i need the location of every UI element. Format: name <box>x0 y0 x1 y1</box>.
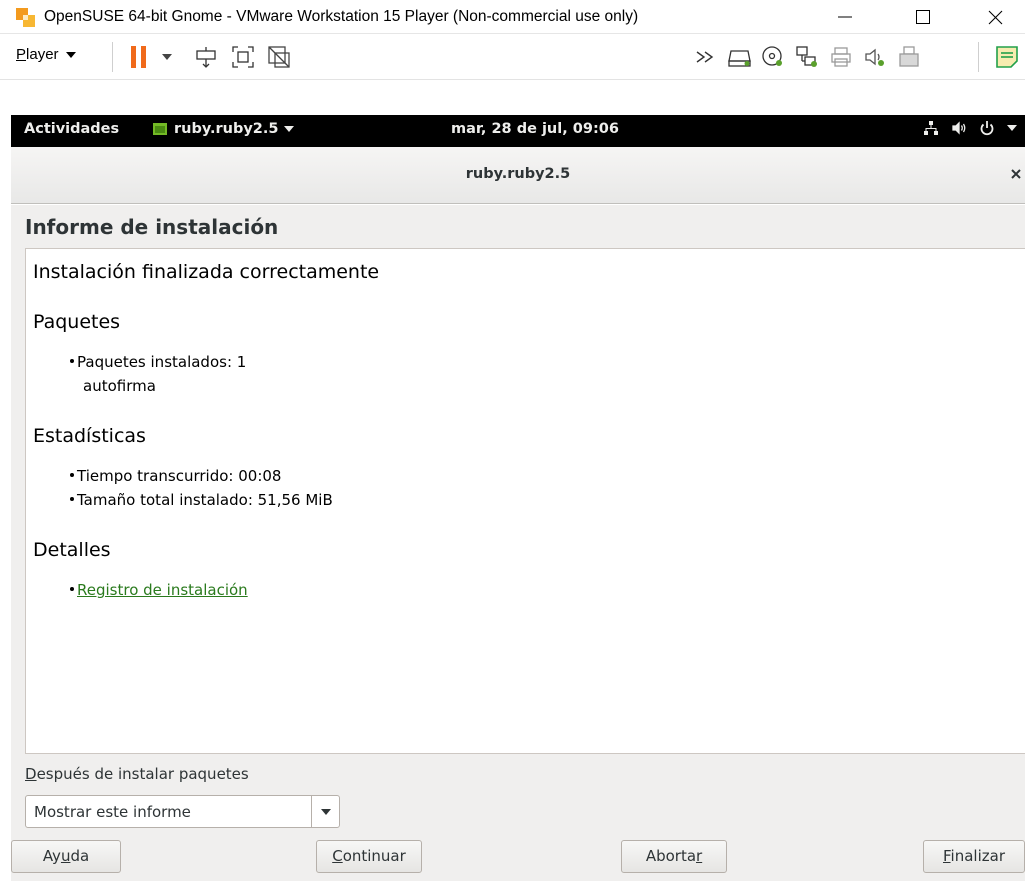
app-menu[interactable]: ruby.ruby2.5 <box>152 121 295 137</box>
after-install-label-text: espués de instalar paquetes <box>36 765 249 783</box>
full-screen-button[interactable] <box>230 44 256 70</box>
power-icon <box>980 121 994 136</box>
continue-mnemonic: C <box>332 847 343 865</box>
window-titlebar: OpenSUSE 64-bit Gnome - VMware Workstati… <box>0 0 1025 34</box>
software-installer-icon <box>153 123 167 135</box>
toolbar-separator <box>978 42 979 72</box>
app-body: Informe de instalación Instalación final… <box>11 205 1025 881</box>
caret-down-icon <box>320 808 331 815</box>
help-label-a: Ay <box>42 847 61 865</box>
finish-label: inalizar <box>950 847 1005 865</box>
finish-mnemonic: F <box>943 847 951 865</box>
volume-icon <box>952 121 966 135</box>
section-title: Informe de instalación <box>25 215 279 239</box>
select-arrow <box>311 796 339 827</box>
cd-dvd-icon <box>762 46 782 66</box>
app-header-title: ruby.ruby2.5 <box>465 166 571 182</box>
abort-mnemonic: r <box>696 847 703 865</box>
statistics-heading: Estadísticas <box>33 425 146 447</box>
continue-button[interactable]: Continuar <box>316 840 422 873</box>
caret-down-icon <box>65 51 76 58</box>
caret-down-icon <box>1007 125 1017 131</box>
elapsed-time: Tiempo transcurrido: 00:08 <box>77 467 282 485</box>
power-dropdown-button[interactable] <box>158 44 176 70</box>
maximize-button[interactable] <box>900 0 946 34</box>
details-heading: Detalles <box>33 539 111 561</box>
close-window-button[interactable] <box>972 0 1018 34</box>
more-devices-button[interactable] <box>692 44 718 70</box>
help-label-b: da <box>70 847 90 865</box>
help-button[interactable]: Ayuda <box>11 840 121 873</box>
list-item: Tiempo transcurrido: 00:08 <box>70 467 281 485</box>
network-adapter-icon <box>796 46 817 67</box>
hard-disk-button[interactable] <box>727 44 753 70</box>
continue-label: ontinuar <box>342 847 406 865</box>
packages-installed: Paquetes instalados: 1 <box>77 353 247 371</box>
total-size: Tamaño total instalado: 51,56 MiB <box>77 491 333 509</box>
report-main-heading: Instalación finalizada correctamente <box>33 261 380 283</box>
gnome-top-bar: Actividades ruby.ruby2.5 mar, 28 de jul,… <box>11 115 1025 147</box>
activities-button[interactable]: Actividades <box>24 121 119 137</box>
cd-dvd-button[interactable] <box>760 44 786 70</box>
note-icon <box>996 46 1018 68</box>
minimize-icon <box>838 16 852 18</box>
pause-button[interactable] <box>126 44 152 70</box>
abort-label: Aborta <box>645 847 697 865</box>
close-icon <box>988 10 1002 24</box>
install-log-link[interactable]: Registro de instalación <box>77 581 248 599</box>
send-ctrl-alt-del-button[interactable] <box>193 44 219 70</box>
unity-icon <box>268 46 290 68</box>
packages-heading: Paquetes <box>33 311 121 333</box>
network-adapter-button[interactable] <box>794 44 820 70</box>
toolbar-separator <box>112 42 113 72</box>
network-wired-icon <box>924 121 938 135</box>
window-title: OpenSUSE 64-bit Gnome - VMware Workstati… <box>44 8 639 25</box>
close-app-button[interactable] <box>1011 165 1021 183</box>
list-item: Tamaño total instalado: 51,56 MiB <box>70 491 333 509</box>
double-chevron-right-icon <box>696 51 714 63</box>
list-item: Paquetes instalados: 1 <box>70 353 246 371</box>
bullet <box>70 472 74 477</box>
after-install-select[interactable]: Mostrar este informe <box>25 795 340 828</box>
maximize-icon <box>916 10 930 24</box>
send-keys-icon <box>196 47 216 68</box>
installation-report: Instalación finalizada correctamente Paq… <box>25 248 1025 754</box>
vmware-toolbar: Player <box>0 34 1025 80</box>
caret-down-icon <box>162 54 172 60</box>
usb-device-icon <box>899 46 919 67</box>
after-install-label: Después de instalar paquetes <box>25 765 249 783</box>
pause-icon <box>131 46 146 68</box>
usb-device-button[interactable] <box>896 44 922 70</box>
sound-card-button[interactable] <box>862 44 888 70</box>
package-name: autofirma <box>83 377 156 395</box>
message-log-button[interactable] <box>994 44 1020 70</box>
list-item: Registro de instalación <box>70 581 248 599</box>
printer-icon <box>831 47 851 67</box>
vmware-player-icon <box>16 8 35 27</box>
bullet <box>70 358 74 363</box>
bullet <box>70 496 74 501</box>
printer-button[interactable] <box>828 44 854 70</box>
close-icon <box>1011 169 1021 179</box>
caret-down-icon <box>284 126 295 132</box>
app-header-bar: ruby.ruby2.5 <box>11 147 1025 204</box>
finish-button[interactable]: Finalizar <box>923 840 1025 873</box>
full-screen-icon <box>232 46 254 68</box>
player-menu-mnemonic: P <box>16 46 27 63</box>
clock[interactable]: mar, 28 de jul, 09:06 <box>451 121 619 137</box>
system-menu[interactable] <box>923 120 1017 136</box>
speaker-icon <box>865 48 884 66</box>
app-menu-label: ruby.ruby2.5 <box>174 121 279 137</box>
after-install-mnemonic: D <box>25 765 37 783</box>
minimize-button[interactable] <box>822 0 868 34</box>
hard-disk-icon <box>728 50 751 67</box>
abort-button[interactable]: Abortar <box>621 840 727 873</box>
player-menu[interactable]: Player <box>16 46 76 63</box>
unity-button[interactable] <box>266 44 292 70</box>
after-install-value: Mostrar este informe <box>34 803 191 821</box>
bullet <box>70 586 74 591</box>
player-menu-label: layer <box>26 46 59 63</box>
